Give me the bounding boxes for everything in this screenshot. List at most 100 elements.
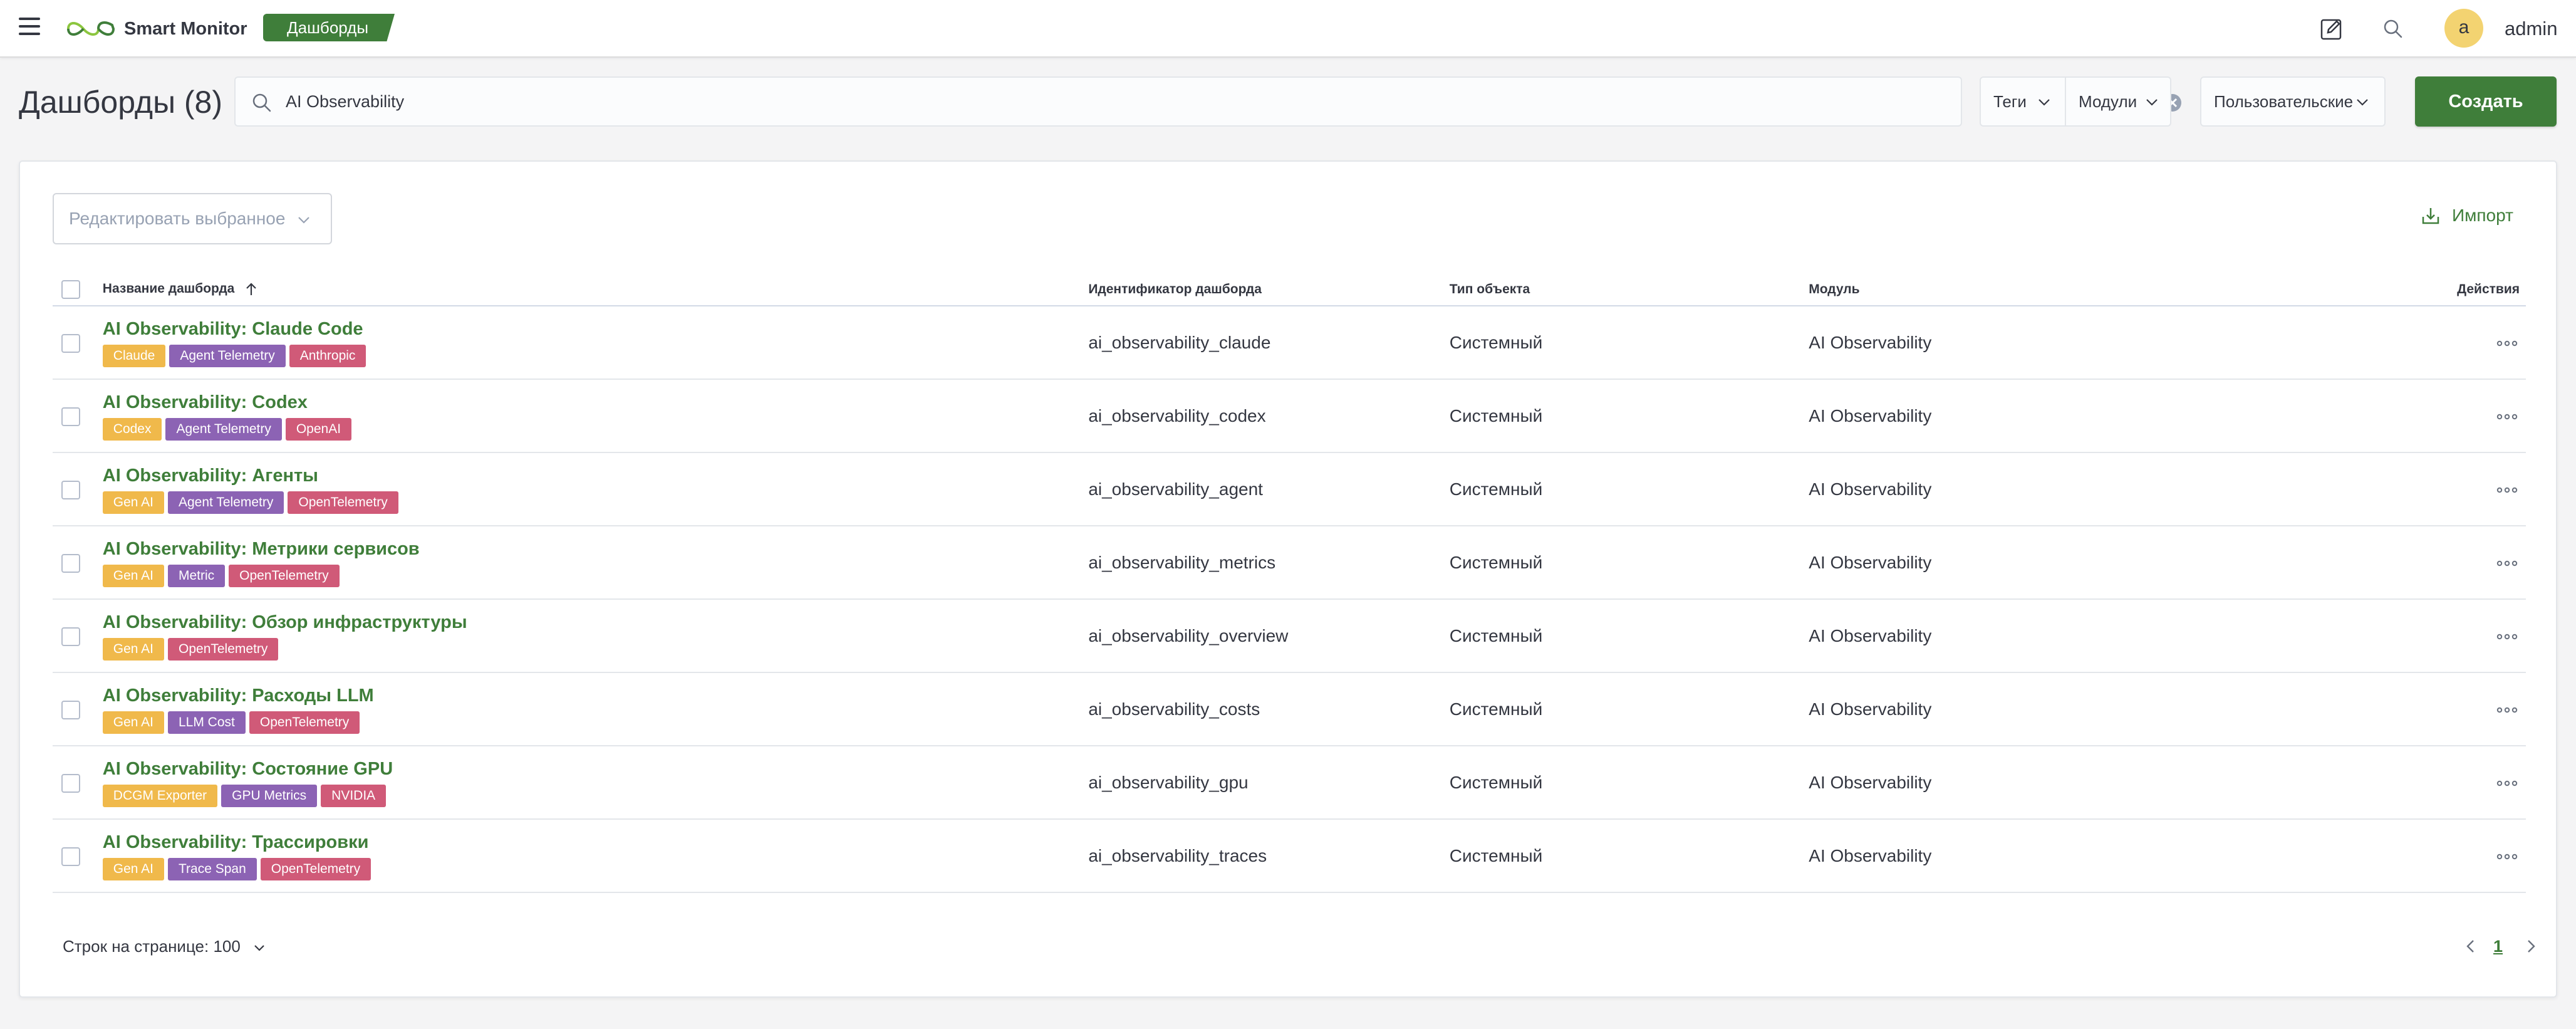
column-header-name[interactable]: Название дашборда [102, 273, 1089, 306]
tag-badge[interactable]: Agent Telemetry [169, 345, 286, 367]
table-row[interactable]: AI Observability: Метрики сервисов Gen A… [53, 526, 2526, 600]
tags-filter-button[interactable]: Теги [1981, 78, 2065, 125]
edit-note-icon[interactable] [2317, 14, 2347, 44]
chevron-left-icon[interactable] [2463, 939, 2478, 954]
table-row[interactable]: AI Observability: Агенты Gen AI Agent Tel… [53, 452, 2526, 526]
page-number[interactable]: 1 [2493, 934, 2503, 959]
row-checkbox[interactable] [61, 333, 80, 353]
infinity-logo-icon[interactable] [65, 16, 117, 41]
dashboard-link[interactable]: AI Observability: Расходы LLM [103, 684, 1089, 707]
row-select-cell [53, 526, 103, 600]
dashboard-id: ai_observability_codex [1088, 379, 1450, 453]
breadcrumb-dashboards[interactable]: Дашборды [263, 14, 395, 41]
owner-type-select[interactable]: Пользовательские [2200, 76, 2386, 127]
dashboard-id: ai_observability_traces [1088, 819, 1450, 893]
tag-badge[interactable]: Claude [102, 345, 166, 367]
dashboard-link[interactable]: AI Observability: Codex [103, 391, 1089, 414]
tag-badge[interactable]: OpenTelemetry [260, 858, 371, 880]
search-bar [234, 76, 2181, 127]
more-dots-icon[interactable] [2495, 778, 2520, 788]
table-row[interactable]: AI Observability: Расходы LLM Gen AI LLM … [53, 672, 2526, 746]
owner-type-label: Пользовательские [2214, 92, 2354, 111]
more-dots-icon[interactable] [2495, 485, 2520, 495]
select-all-checkbox[interactable] [61, 279, 80, 299]
app-name: Smart Monitor [124, 19, 247, 39]
modules-filter-button[interactable]: Модули [2066, 78, 2170, 125]
row-checkbox[interactable] [61, 407, 80, 426]
tag-badge[interactable]: Metric [168, 565, 226, 587]
page-title: Дашборды (8) [19, 85, 222, 120]
chevron-down-icon [254, 945, 264, 951]
bulk-edit-select[interactable]: Редактировать выбранное [53, 193, 332, 244]
column-header-module[interactable]: Модуль [1809, 273, 2458, 306]
table-row[interactable]: AI Observability: Обзор инфраструктуры G… [53, 599, 2526, 673]
row-checkbox[interactable] [61, 847, 80, 866]
more-dots-icon[interactable] [2495, 412, 2520, 422]
row-checkbox[interactable] [61, 480, 80, 499]
row-checkbox[interactable] [61, 773, 80, 793]
tag-badge[interactable]: GPU Metrics [221, 785, 318, 807]
create-button[interactable]: Создать [2415, 76, 2557, 127]
table-row[interactable]: AI Observability: Codex Codex Agent Telem… [53, 379, 2526, 453]
tag-badge[interactable]: OpenTelemetry [288, 491, 398, 514]
tag-badge[interactable]: DCGM Exporter [102, 785, 218, 807]
tag-badge[interactable]: Gen AI [102, 711, 164, 734]
more-dots-icon[interactable] [2495, 558, 2520, 568]
row-checkbox[interactable] [61, 700, 80, 719]
tag-badge[interactable]: Codex [102, 418, 162, 441]
chevron-down-icon [2357, 99, 2368, 106]
tag-badge[interactable]: NVIDIA [321, 785, 387, 807]
dashboard-link[interactable]: AI Observability: Состояние GPU [103, 758, 1089, 780]
rows-per-page-button[interactable]: Строк на странице: 100 [63, 934, 266, 959]
avatar[interactable]: a [2444, 9, 2483, 48]
object-type: Системный [1449, 526, 1809, 600]
tag-badge[interactable]: Trace Span [168, 858, 257, 880]
dashboard-link[interactable]: AI Observability: Claude Code [103, 318, 1089, 340]
tags-filter-label: Теги [1993, 92, 2027, 111]
object-type: Системный [1449, 306, 1809, 380]
sort-up-icon[interactable] [244, 282, 258, 297]
tag-badge[interactable]: Agent Telemetry [165, 418, 282, 441]
table-row[interactable]: AI Observability: Трассировки Gen AI Trac… [53, 819, 2526, 893]
column-header-id[interactable]: Идентификатор дашборда [1088, 273, 1450, 306]
username[interactable]: admin [2505, 16, 2557, 41]
tag-badge[interactable]: Gen AI [102, 638, 164, 661]
table-row[interactable]: AI Observability: Claude Code Claude Agen… [53, 306, 2526, 380]
module-name: AI Observability [1809, 819, 2458, 893]
download-icon [2422, 208, 2439, 224]
row-checkbox[interactable] [61, 627, 80, 646]
tag-badge[interactable]: OpenTelemetry [229, 565, 340, 587]
module-name: AI Observability [1809, 526, 2458, 600]
column-header-type[interactable]: Тип объекта [1449, 273, 1809, 306]
dashboard-link[interactable]: AI Observability: Агенты [103, 464, 1089, 487]
dashboard-id: ai_observability_claude [1088, 306, 1450, 380]
table-row[interactable]: AI Observability: Состояние GPU DCGM Exp… [53, 746, 2526, 820]
chevron-right-icon[interactable] [2523, 939, 2538, 954]
dashboard-link[interactable]: AI Observability: Метрики сервисов [103, 538, 1089, 560]
row-select-cell [53, 746, 103, 820]
hamburger-icon[interactable] [19, 18, 40, 36]
tag-badge[interactable]: Anthropic [289, 345, 366, 367]
tag-badge[interactable]: Gen AI [102, 858, 164, 880]
tag-badge[interactable]: OpenAI [285, 418, 352, 441]
more-dots-icon[interactable] [2495, 338, 2520, 348]
tag-list: Gen AI OpenTelemetry [102, 637, 1089, 661]
bulk-edit-placeholder: Редактировать выбранное [69, 209, 286, 228]
search-input[interactable] [286, 84, 1889, 119]
more-dots-icon[interactable] [2495, 632, 2520, 642]
tag-badge[interactable]: Gen AI [102, 491, 164, 514]
dashboard-link[interactable]: AI Observability: Обзор инфраструктуры [103, 611, 1089, 634]
tag-badge[interactable]: OpenTelemetry [249, 711, 360, 734]
tag-list: DCGM Exporter GPU Metrics NVIDIA [102, 784, 1089, 807]
row-checkbox[interactable] [61, 553, 80, 573]
dashboard-link[interactable]: AI Observability: Трассировки [103, 831, 1089, 854]
tag-badge[interactable]: Gen AI [102, 565, 164, 587]
more-dots-icon[interactable] [2495, 705, 2520, 715]
tag-badge[interactable]: LLM Cost [168, 711, 246, 734]
search-icon[interactable] [2378, 14, 2408, 44]
import-button[interactable]: Импорт [2421, 203, 2513, 228]
tag-badge[interactable]: OpenTelemetry [168, 638, 279, 661]
dashboard-name-cell: AI Observability: Метрики сервисов Gen A… [102, 526, 1089, 600]
more-dots-icon[interactable] [2495, 852, 2520, 862]
tag-badge[interactable]: Agent Telemetry [168, 491, 284, 514]
